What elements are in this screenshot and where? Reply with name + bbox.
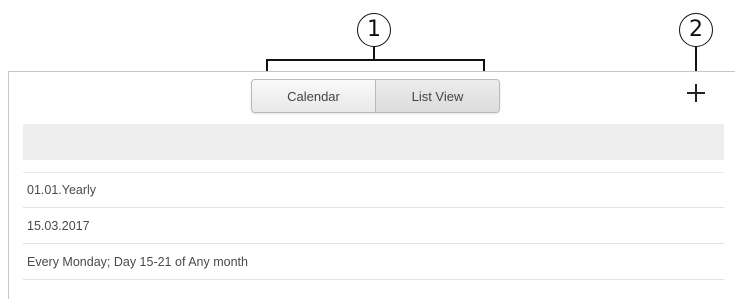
list-header-bar (23, 124, 724, 160)
view-toggle: Calendar List View (251, 79, 500, 113)
calendar-view-button[interactable]: Calendar (252, 80, 376, 112)
add-button[interactable] (683, 78, 709, 108)
list-item[interactable]: 01.01.Yearly (23, 172, 724, 208)
list-view-label: List View (411, 88, 464, 104)
callout-number-2: 2 (689, 17, 703, 42)
list-item-label: 15.03.2017 (27, 218, 90, 233)
list-item-label: 01.01.Yearly (27, 183, 97, 197)
callout-1-bracket (266, 59, 485, 61)
schedule-panel: Calendar List View 01.01.Yearly 15.03.20… (8, 71, 735, 299)
callout-number-1: 1 (367, 17, 381, 42)
callout-marker-1: 1 (357, 13, 391, 47)
list-item[interactable]: 15.03.2017 (23, 208, 724, 244)
list-item[interactable]: Every Monday; Day 15-21 of Any month (23, 244, 724, 280)
callout-marker-2: 2 (679, 13, 713, 47)
schedule-list: 01.01.Yearly 15.03.2017 Every Monday; Da… (23, 172, 724, 280)
calendar-view-label: Calendar (287, 88, 340, 104)
list-item-label: Every Monday; Day 15-21 of Any month (27, 254, 248, 269)
list-view-button[interactable]: List View (376, 80, 499, 112)
plus-icon (687, 84, 705, 102)
